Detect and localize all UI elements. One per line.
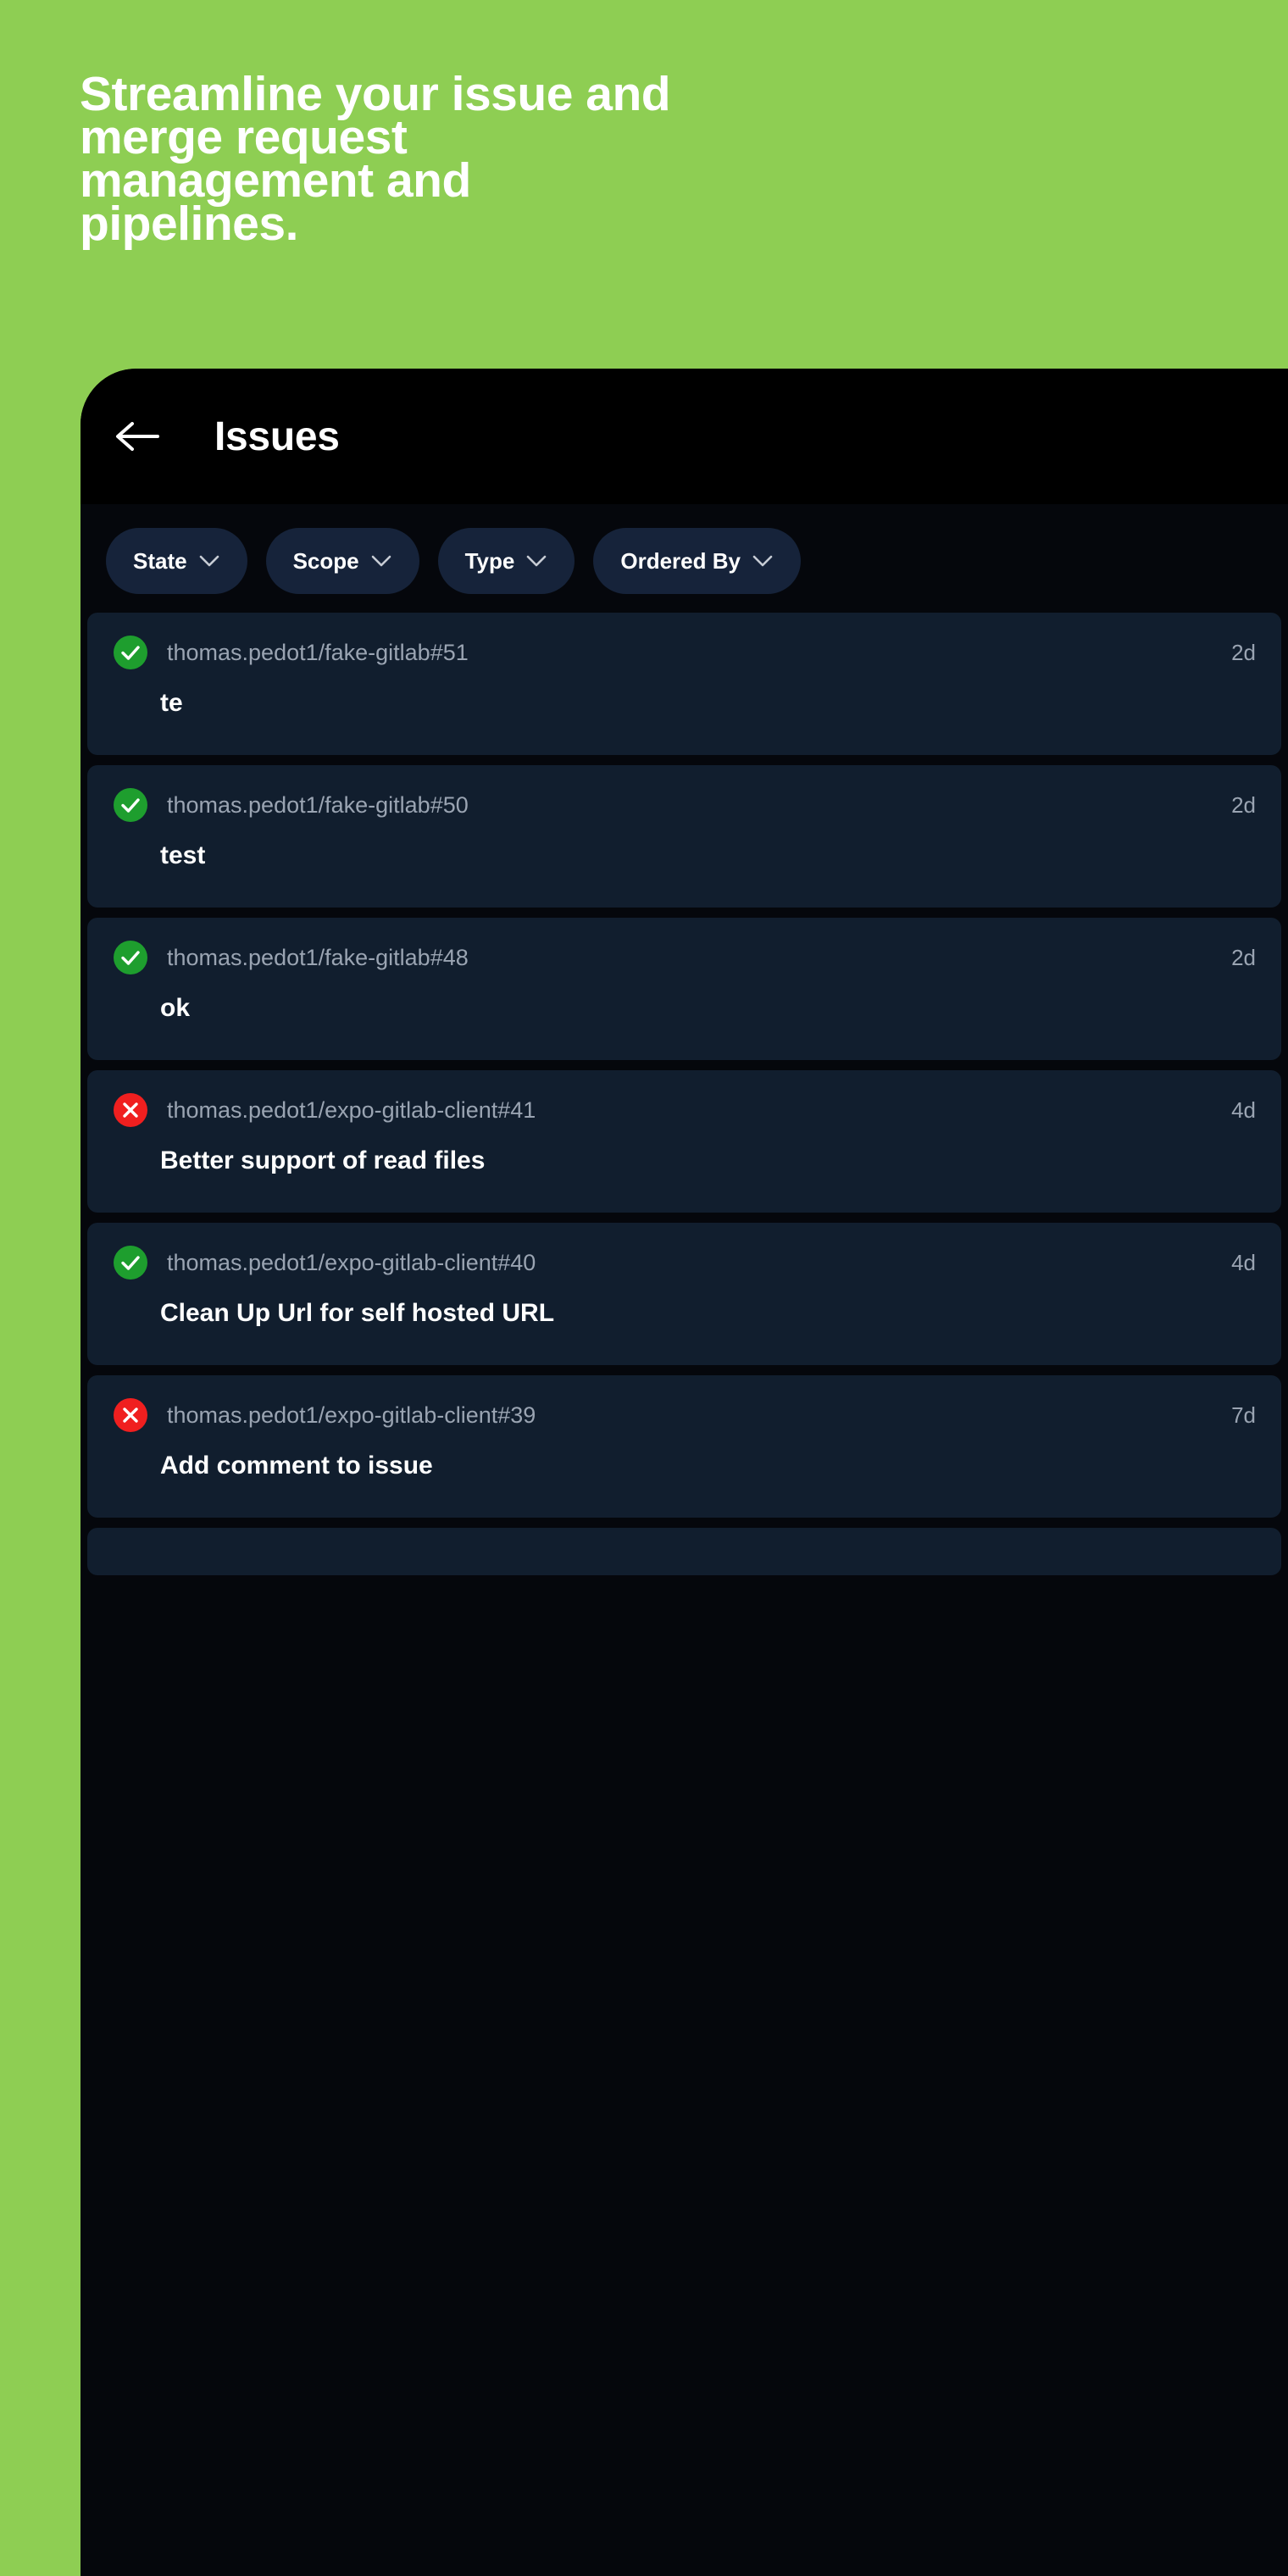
- issue-age: 4d: [1231, 1096, 1256, 1123]
- issue-list-item[interactable]: thomas.pedot1/expo-gitlab-client#41 4d B…: [87, 1070, 1281, 1213]
- issue-list-item[interactable]: thomas.pedot1/expo-gitlab-client#40 4d C…: [87, 1223, 1281, 1365]
- promo-headline: Streamline your issue and merge request …: [80, 67, 671, 251]
- filter-chip-state[interactable]: State: [106, 528, 247, 594]
- issue-age: 4d: [1231, 1249, 1256, 1275]
- open-x-icon: [114, 1093, 147, 1127]
- issue-title: test: [160, 841, 206, 869]
- issue-reference: thomas.pedot1/fake-gitlab#50: [167, 791, 469, 818]
- filter-chip-scope[interactable]: Scope: [265, 528, 419, 594]
- app-body: State Scope Type Ordered By thomas.pedot…: [80, 504, 1288, 2576]
- phone-mockup: Issues State Scope Type Ordered By thoma…: [80, 369, 1288, 2576]
- open-x-icon: [114, 1398, 147, 1432]
- issue-reference: thomas.pedot1/expo-gitlab-client#39: [167, 1402, 536, 1428]
- issue-title: Clean Up Url for self hosted URL: [160, 1299, 555, 1327]
- issue-title: ok: [160, 994, 191, 1022]
- issue-age: 2d: [1231, 944, 1256, 970]
- closed-check-icon: [114, 636, 147, 669]
- closed-check-icon: [114, 941, 147, 974]
- chevron-down-icon: [527, 555, 547, 567]
- issue-reference: thomas.pedot1/fake-gitlab#48: [167, 944, 469, 970]
- app-header: Issues: [80, 369, 1288, 504]
- page-title: Issues: [214, 414, 340, 459]
- issue-list-item[interactable]: thomas.pedot1/fake-gitlab#51 2d te: [87, 613, 1281, 755]
- issue-list-item[interactable]: [87, 1528, 1281, 1575]
- issue-reference: thomas.pedot1/expo-gitlab-client#41: [167, 1096, 536, 1123]
- issue-age: 2d: [1231, 791, 1256, 818]
- filter-chip-state-label: State: [133, 547, 187, 574]
- issue-age: 2d: [1231, 639, 1256, 665]
- filter-chip-ordered-by[interactable]: Ordered By: [593, 528, 801, 594]
- issue-meta-row: thomas.pedot1/expo-gitlab-client#40 4d: [113, 1245, 1256, 1280]
- issue-list-item[interactable]: thomas.pedot1/fake-gitlab#48 2d ok: [87, 918, 1281, 1060]
- filter-chip-row: State Scope Type Ordered By: [80, 504, 1288, 613]
- closed-check-icon: [114, 1246, 147, 1280]
- issue-reference: thomas.pedot1/fake-gitlab#51: [167, 639, 469, 665]
- arrow-left-icon[interactable]: [113, 412, 162, 461]
- issue-reference: thomas.pedot1/expo-gitlab-client#40: [167, 1249, 536, 1275]
- issue-title: te: [160, 689, 183, 717]
- issue-list-item[interactable]: thomas.pedot1/expo-gitlab-client#39 7d A…: [87, 1375, 1281, 1518]
- issue-meta-row: thomas.pedot1/fake-gitlab#51 2d: [113, 635, 1256, 670]
- issue-meta-row: thomas.pedot1/fake-gitlab#48 2d: [113, 940, 1256, 975]
- chevron-down-icon: [371, 555, 391, 567]
- issue-meta-row: thomas.pedot1/fake-gitlab#50 2d: [113, 787, 1256, 823]
- filter-chip-type-label: Type: [464, 547, 515, 574]
- filter-chip-ordered-by-label: Ordered By: [620, 547, 741, 574]
- filter-chip-scope-label: Scope: [292, 547, 359, 574]
- closed-check-icon: [114, 788, 147, 822]
- issue-list-item[interactable]: thomas.pedot1/fake-gitlab#50 2d test: [87, 765, 1281, 908]
- issue-title: Add comment to issue: [160, 1452, 433, 1480]
- issue-meta-row: thomas.pedot1/expo-gitlab-client#41 4d: [113, 1092, 1256, 1128]
- issue-meta-row: thomas.pedot1/expo-gitlab-client#39 7d: [113, 1397, 1256, 1433]
- issue-list: thomas.pedot1/fake-gitlab#51 2d te thoma…: [80, 613, 1288, 1575]
- issue-age: 7d: [1231, 1402, 1256, 1428]
- chevron-down-icon: [199, 555, 219, 567]
- issue-title: Better support of read files: [160, 1146, 486, 1174]
- filter-chip-type[interactable]: Type: [437, 528, 575, 594]
- chevron-down-icon: [752, 555, 773, 567]
